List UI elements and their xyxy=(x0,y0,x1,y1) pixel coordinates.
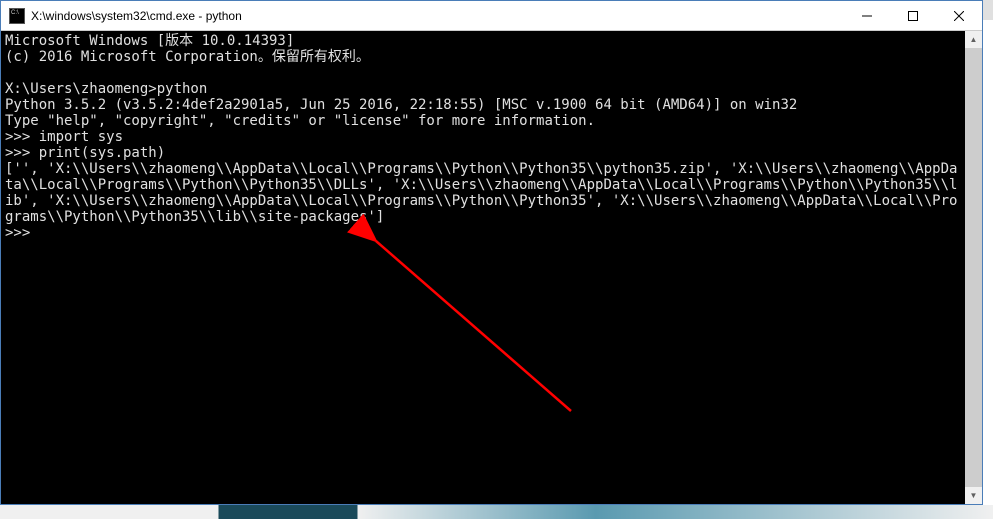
minimize-button[interactable] xyxy=(844,1,890,30)
output-line: >>> import sys xyxy=(5,129,123,145)
output-line: Python 3.5.2 (v3.5.2:4def2a2901a5, Jun 2… xyxy=(5,97,797,113)
output-line: Microsoft Windows [版本 10.0.14393] xyxy=(5,33,294,49)
window-title: X:\windows\system32\cmd.exe - python xyxy=(31,9,844,23)
close-button[interactable] xyxy=(936,1,982,30)
output-line: >>> print(sys.path) xyxy=(5,145,165,161)
window-controls xyxy=(844,1,982,30)
close-icon xyxy=(954,11,964,21)
output-prompt: >>> xyxy=(5,225,39,241)
cmd-icon xyxy=(9,8,25,24)
scroll-thumb[interactable] xyxy=(965,48,982,487)
minimize-icon xyxy=(862,11,872,21)
terminal-area: Microsoft Windows [版本 10.0.14393] (c) 20… xyxy=(1,31,982,504)
output-line: Type "help", "copyright", "credits" or "… xyxy=(5,113,595,129)
background-strip xyxy=(0,505,993,519)
right-edge-bg xyxy=(983,20,993,505)
scroll-up-button[interactable]: ▲ xyxy=(965,31,982,48)
terminal-output[interactable]: Microsoft Windows [版本 10.0.14393] (c) 20… xyxy=(1,31,965,504)
vertical-scrollbar[interactable]: ▲ ▼ xyxy=(965,31,982,504)
output-line: (c) 2016 Microsoft Corporation。保留所有权利。 xyxy=(5,49,370,65)
cmd-window: X:\windows\system32\cmd.exe - python Mic… xyxy=(0,0,983,505)
output-line: X:\Users\zhaomeng>python xyxy=(5,81,207,97)
scroll-track[interactable] xyxy=(965,48,982,487)
output-line: ['', 'X:\\Users\\zhaomeng\\AppData\\Loca… xyxy=(5,161,957,225)
titlebar[interactable]: X:\windows\system32\cmd.exe - python xyxy=(1,1,982,31)
maximize-button[interactable] xyxy=(890,1,936,30)
maximize-icon xyxy=(908,11,918,21)
scroll-down-button[interactable]: ▼ xyxy=(965,487,982,504)
